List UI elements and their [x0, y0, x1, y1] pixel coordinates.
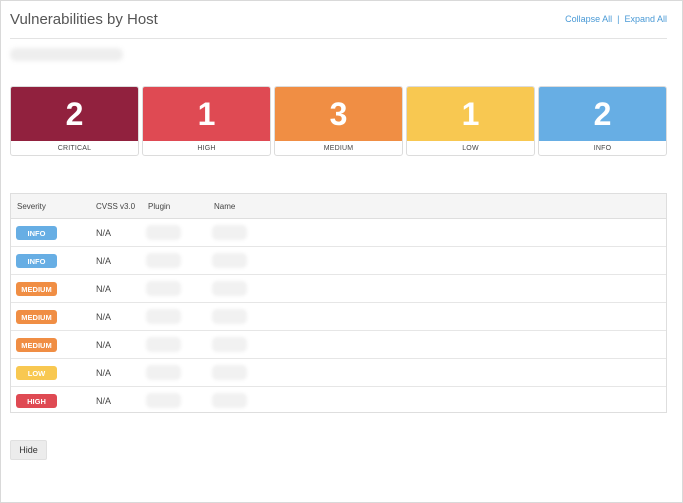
column-header-cvss[interactable]: CVSS v3.0	[96, 202, 135, 211]
summary-label-info: INFO	[593, 145, 612, 152]
redacted-plugin-id	[146, 365, 181, 380]
summary-count-info: 2	[539, 87, 666, 141]
redacted-plugin-name	[212, 365, 247, 380]
summary-label-critical: CRITICAL	[57, 145, 92, 152]
redacted-plugin-name	[212, 309, 247, 324]
summary-box-critical[interactable]: 2 CRITICAL	[10, 86, 139, 156]
vulnerability-table: Severity CVSS v3.0 Plugin Name INFO N/A IN…	[10, 193, 667, 413]
redacted-plugin-id	[146, 253, 181, 268]
hide-button[interactable]: Hide	[10, 440, 47, 460]
cvss-score: N/A	[96, 396, 112, 406]
redacted-plugin-id	[146, 281, 181, 296]
redacted-plugin-id	[146, 225, 181, 240]
severity-badge: MEDIUM	[16, 310, 57, 324]
table-row[interactable]: HIGH N/A	[11, 387, 666, 413]
table-header: Severity CVSS v3.0 Plugin Name	[11, 194, 666, 219]
severity-badge: MEDIUM	[16, 338, 57, 352]
severity-badge: LOW	[16, 366, 57, 380]
cvss-score: N/A	[96, 312, 112, 322]
summary-label-low: LOW	[462, 145, 479, 152]
severity-badge: MEDIUM	[16, 282, 57, 296]
summary-box-info[interactable]: 2 INFO	[538, 86, 667, 156]
summary-count-medium: 3	[275, 87, 402, 141]
column-header-severity[interactable]: Severity	[17, 202, 46, 211]
summary-count-critical: 2	[11, 87, 138, 141]
summary-count-high: 1	[143, 87, 270, 141]
redacted-plugin-name	[212, 393, 247, 408]
summary-box-medium[interactable]: 3 MEDIUM	[274, 86, 403, 156]
cvss-score: N/A	[96, 340, 112, 350]
table-row[interactable]: MEDIUM N/A	[11, 275, 666, 303]
table-row[interactable]: MEDIUM N/A	[11, 303, 666, 331]
column-header-plugin[interactable]: Plugin	[148, 202, 170, 211]
severity-badge: HIGH	[16, 394, 57, 408]
section-title: Vulnerabilities by Host	[10, 11, 158, 28]
redacted-plugin-id	[146, 337, 181, 352]
redacted-host-name	[10, 48, 123, 61]
redacted-plugin-name	[212, 253, 247, 268]
redacted-plugin-name	[212, 281, 247, 296]
redacted-plugin-id	[146, 309, 181, 324]
header-links: Collapse All | Expand All	[565, 14, 667, 24]
cvss-score: N/A	[96, 228, 112, 238]
table-row[interactable]: INFO N/A	[11, 247, 666, 275]
summary-label-high: HIGH	[197, 145, 216, 152]
table-body: INFO N/A INFO N/A MEDIUM N/A MEDIUM N/A MEDIUM N/…	[11, 219, 666, 413]
summary-box-low[interactable]: 1 LOW	[406, 86, 535, 156]
redacted-plugin-name	[212, 337, 247, 352]
table-row[interactable]: INFO N/A	[11, 219, 666, 247]
column-header-name[interactable]: Name	[214, 202, 235, 211]
table-row[interactable]: MEDIUM N/A	[11, 331, 666, 359]
collapse-all-link[interactable]: Collapse All	[565, 14, 612, 24]
summary-count-low: 1	[407, 87, 534, 141]
summary-box-high[interactable]: 1 HIGH	[142, 86, 271, 156]
cvss-score: N/A	[96, 256, 112, 266]
table-row[interactable]: LOW N/A	[11, 359, 666, 387]
summary-label-medium: MEDIUM	[323, 145, 354, 152]
section-header: Vulnerabilities by Host Collapse All | Exp…	[10, 8, 667, 39]
expand-all-link[interactable]: Expand All	[624, 14, 667, 24]
redacted-plugin-id	[146, 393, 181, 408]
severity-badge: INFO	[16, 226, 57, 240]
severity-badge: INFO	[16, 254, 57, 268]
severity-summary: 2 CRITICAL 1 HIGH 3 MEDIUM 1 LOW 2 INFO	[10, 86, 667, 156]
redacted-plugin-name	[212, 225, 247, 240]
cvss-score: N/A	[96, 368, 112, 378]
cvss-score: N/A	[96, 284, 112, 294]
link-separator: |	[617, 14, 620, 24]
